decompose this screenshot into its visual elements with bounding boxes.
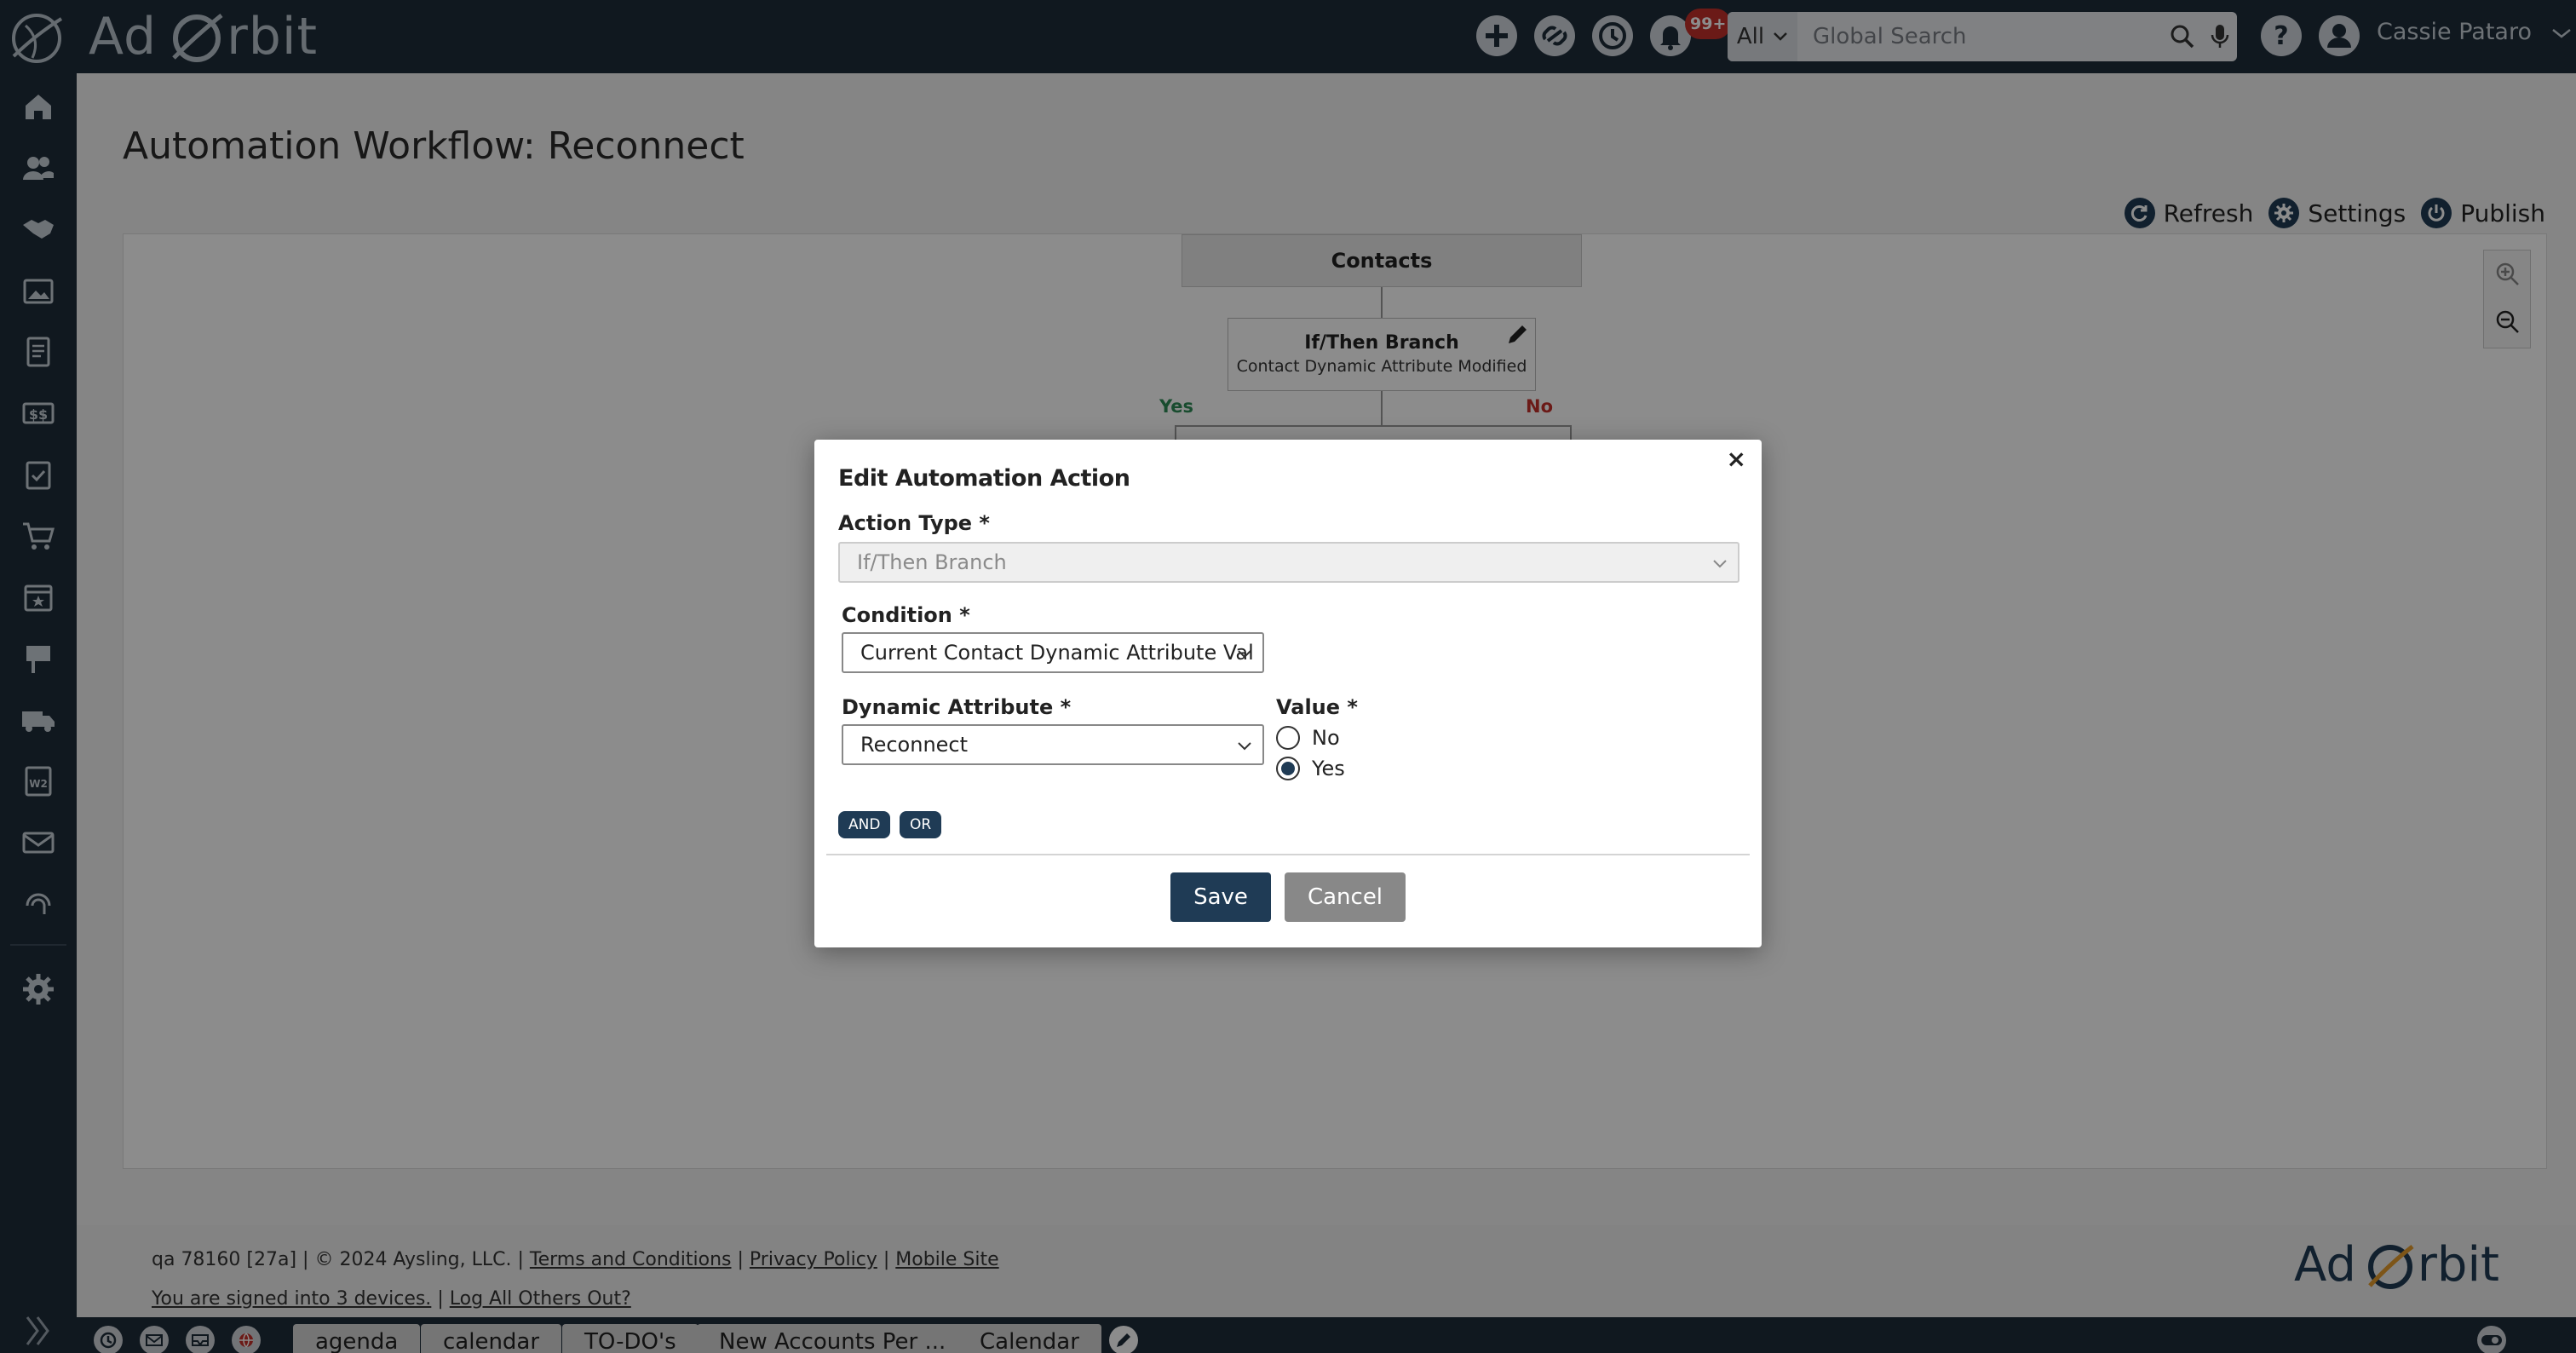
action-type-value: If/Then Branch [857,550,1007,574]
radio-no-circle[interactable] [1276,726,1300,750]
chevron-down-icon [1713,560,1727,568]
dynamic-attribute-value: Reconnect [860,733,969,757]
and-button[interactable]: AND [838,811,891,838]
radio-yes-label: Yes [1312,757,1345,780]
cancel-button[interactable]: Cancel [1285,872,1406,922]
action-type-select[interactable]: If/Then Branch [838,542,1739,583]
dialog-divider [826,854,1750,855]
chevron-down-icon [1238,742,1251,751]
chevron-down-icon [1238,650,1251,659]
save-button[interactable]: Save [1170,872,1271,922]
value-radio-no[interactable]: No [1276,726,1340,750]
close-icon[interactable]: × [1727,445,1746,473]
action-type-label: Action Type * [838,511,990,535]
edit-automation-action-dialog: × Edit Automation Action Action Type * I… [814,440,1762,947]
dialog-title: Edit Automation Action [838,465,1130,492]
dynamic-attribute-label: Dynamic Attribute * [842,695,1072,719]
or-button[interactable]: OR [900,811,942,838]
value-radio-yes[interactable]: Yes [1276,757,1345,780]
value-label: Value * [1276,695,1358,719]
condition-value: Current Contact Dynamic Attribute Val [860,641,1254,665]
condition-label: Condition * [842,603,970,627]
dynamic-attribute-select[interactable]: Reconnect [842,724,1264,765]
condition-select[interactable]: Current Contact Dynamic Attribute Val [842,632,1264,673]
radio-yes-circle[interactable] [1276,757,1300,780]
radio-no-label: No [1312,726,1340,750]
